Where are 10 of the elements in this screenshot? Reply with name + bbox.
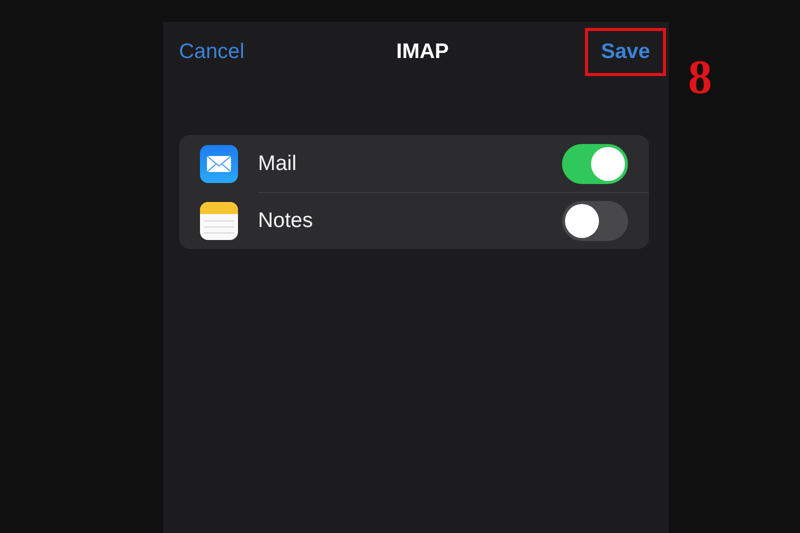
cancel-button[interactable]: Cancel: [179, 40, 244, 64]
save-button[interactable]: Save: [585, 28, 666, 76]
app-label: Notes: [258, 208, 314, 232]
notepad-icon: [200, 202, 238, 240]
toggle-switch[interactable]: [562, 200, 628, 240]
envelope-icon: [200, 144, 238, 182]
screen-title: IMAP: [396, 40, 449, 64]
step-number: 8: [688, 51, 712, 104]
toggle-switch[interactable]: [562, 144, 628, 184]
app-label: Mail: [258, 152, 298, 176]
